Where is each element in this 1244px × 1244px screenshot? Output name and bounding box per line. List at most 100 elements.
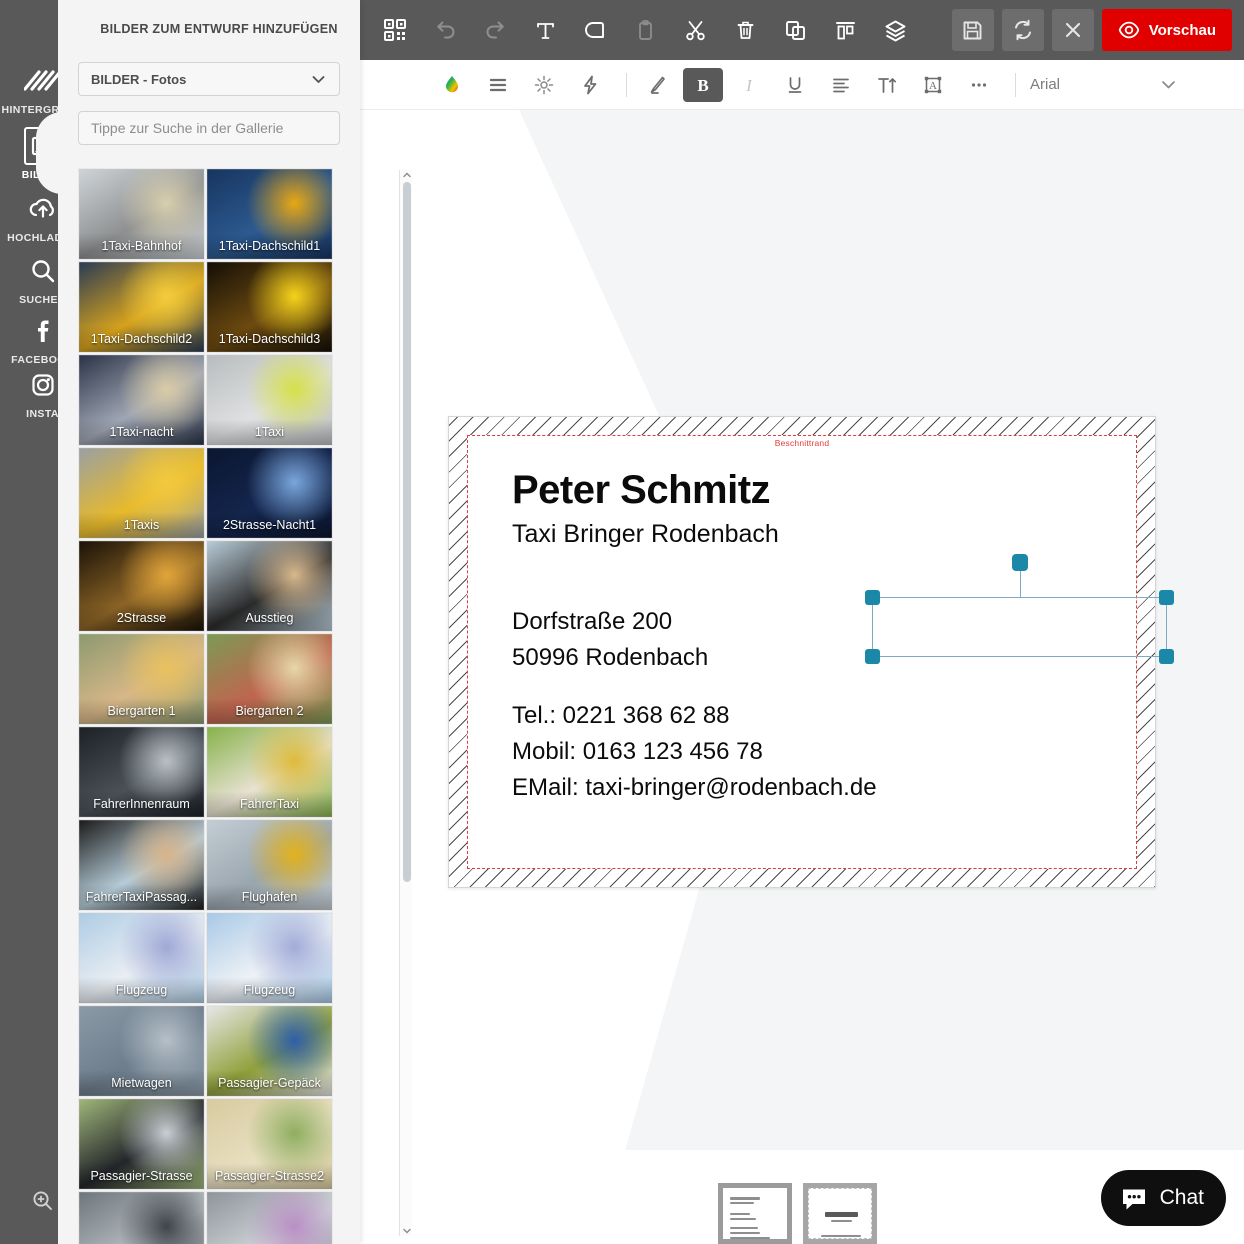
gallery-item[interactable]: Flughafen: [206, 819, 333, 911]
add-shape-button[interactable]: [574, 9, 616, 51]
card-mobil-text[interactable]: Mobil: 0163 123 456 78: [512, 738, 763, 766]
gallery-item[interactable]: 1Taxis: [78, 447, 205, 539]
color-button[interactable]: [432, 68, 472, 102]
layers-button[interactable]: [874, 9, 916, 51]
gallery-scrollbar-thumb[interactable]: [403, 182, 411, 882]
gallery-item[interactable]: [206, 1191, 333, 1244]
gallery-item[interactable]: Mietwagen: [78, 1005, 205, 1097]
card-subtitle-text[interactable]: Taxi Bringer Rodenbach: [512, 520, 779, 549]
preview-button[interactable]: Vorschau: [1101, 9, 1232, 51]
gallery-item[interactable]: Flugzeug: [206, 912, 333, 1004]
image-gallery-grid[interactable]: 1Taxi-Bahnhof 1Taxi-Dachschild1 1Taxi-Dach…: [78, 168, 340, 1244]
gallery-item[interactable]: Ausstieg: [206, 540, 333, 632]
pattern-icon: [23, 70, 62, 91]
image-category-select[interactable]: BILDER - Fotos: [78, 62, 340, 96]
trash-icon: [737, 21, 753, 39]
gallery-item[interactable]: 2Strasse: [78, 540, 205, 632]
gallery-item[interactable]: 1Taxi-nacht: [78, 354, 205, 446]
pen-icon: [650, 76, 665, 94]
align-text-button[interactable]: [821, 68, 861, 102]
qr-code-button[interactable]: [374, 9, 416, 51]
save-button[interactable]: [951, 9, 994, 51]
undo-button[interactable]: [424, 9, 466, 51]
underline-button[interactable]: [775, 68, 815, 102]
chevron-down-icon[interactable]: [402, 1226, 412, 1236]
add-text-button[interactable]: [524, 9, 566, 51]
redo-icon: [486, 21, 504, 38]
card-address-line1[interactable]: Dorfstraße 200: [512, 608, 672, 636]
paste-button[interactable]: [624, 9, 666, 51]
gallery-item[interactable]: 1Taxi-Dachschild2: [78, 261, 205, 353]
close-icon: [1065, 22, 1080, 38]
gallery-item-caption: 1Taxi-Bahnhof: [79, 233, 204, 259]
gallery-item[interactable]: FahrerInnenraum: [78, 726, 205, 818]
align-top-icon: [835, 21, 855, 39]
gallery-item[interactable]: Passagier-Gepäck: [206, 1005, 333, 1097]
font-size-button[interactable]: [867, 68, 907, 102]
card-name-text[interactable]: Peter Schmitz: [512, 468, 771, 513]
divider: [1015, 72, 1016, 97]
gallery-item-caption: Ausstieg: [207, 605, 332, 631]
gallery-item[interactable]: FahrerTaxi: [206, 726, 333, 818]
gallery-item[interactable]: Passagier-Strasse2: [206, 1098, 333, 1190]
resize-handle-top-left[interactable]: [865, 590, 880, 605]
align-button[interactable]: [824, 9, 866, 51]
gallery-item[interactable]: 1Taxi-Dachschild1: [206, 168, 333, 260]
card-tel-text[interactable]: Tel.: 0221 368 62 88: [512, 702, 730, 730]
chevron-up-icon[interactable]: [402, 170, 412, 180]
sidebar-label-insta: INSTA: [26, 408, 59, 420]
selection-box[interactable]: [865, 554, 1174, 664]
rotate-handle[interactable]: [1011, 554, 1028, 571]
image-category-value: BILDER - Fotos: [91, 71, 187, 87]
resize-handle-bottom-left[interactable]: [865, 649, 880, 664]
effects-button[interactable]: [524, 68, 564, 102]
bold-button[interactable]: B: [683, 67, 723, 102]
line-spacing-button[interactable]: [478, 68, 518, 102]
clipboard-icon: [638, 19, 652, 40]
chat-button[interactable]: Chat: [1100, 1170, 1226, 1226]
font-family-select[interactable]: Arial: [1030, 75, 1178, 94]
design-canvas[interactable]: Beschnittrand Peter Schmitz Taxi Bringer…: [360, 110, 1244, 1244]
gallery-item-caption: 1Taxis: [79, 512, 204, 538]
resize-handle-bottom-right[interactable]: [1159, 649, 1174, 664]
highlight-button[interactable]: [637, 68, 677, 102]
page-thumbnails: [718, 1183, 898, 1244]
gallery-item[interactable]: 1Taxi: [206, 354, 333, 446]
more-button[interactable]: [959, 68, 999, 102]
bleed-label: Beschnittrand: [774, 438, 830, 448]
reload-button[interactable]: [1001, 9, 1044, 51]
gallery-item[interactable]: Biergarten 2: [206, 633, 333, 725]
gallery-item[interactable]: 1Taxi-Dachschild3: [206, 261, 333, 353]
cut-button[interactable]: [674, 9, 716, 51]
shadow-button[interactable]: [570, 68, 610, 102]
resize-handle-top-right[interactable]: [1159, 590, 1174, 605]
gallery-item-caption: 1Taxi: [207, 419, 332, 445]
chevron-down-icon: [1162, 81, 1175, 89]
gallery-item-caption: FahrerTaxiPassag...: [79, 884, 204, 910]
gallery-item-caption: 1Taxi-Dachschild1: [207, 233, 332, 259]
gallery-item[interactable]: 1Taxi-Bahnhof: [78, 168, 205, 260]
gallery-scrollbar[interactable]: [399, 170, 412, 1236]
gallery-search-field[interactable]: Tippe zur Suche in der Gallerie: [78, 111, 340, 145]
panel-notch: [36, 112, 62, 194]
gallery-item[interactable]: Flugzeug: [78, 912, 205, 1004]
gallery-item[interactable]: Passagier-Strasse: [78, 1098, 205, 1190]
italic-button[interactable]: I: [729, 68, 769, 102]
card-address-line2[interactable]: 50996 Rodenbach: [512, 644, 708, 672]
gallery-item[interactable]: [78, 1191, 205, 1244]
gallery-item-caption: 1Taxi-Dachschild2: [79, 326, 204, 352]
gallery-item[interactable]: Biergarten 1: [78, 633, 205, 725]
text-box-button[interactable]: A: [913, 68, 953, 102]
gallery-item-caption: Passagier-Strasse2: [207, 1163, 332, 1189]
duplicate-button[interactable]: [774, 9, 816, 51]
delete-button[interactable]: [724, 9, 766, 51]
page-thumb-front[interactable]: [718, 1183, 792, 1244]
svg-text:B: B: [697, 76, 708, 95]
gallery-item-thumbnail: [79, 1192, 204, 1244]
redo-button[interactable]: [474, 9, 516, 51]
card-email-text[interactable]: EMail: taxi-bringer@rodenbach.de: [512, 774, 877, 802]
page-thumb-back[interactable]: [803, 1183, 877, 1244]
gallery-item[interactable]: 2Strasse-Nacht1: [206, 447, 333, 539]
close-button[interactable]: [1051, 9, 1094, 51]
gallery-item[interactable]: FahrerTaxiPassag...: [78, 819, 205, 911]
